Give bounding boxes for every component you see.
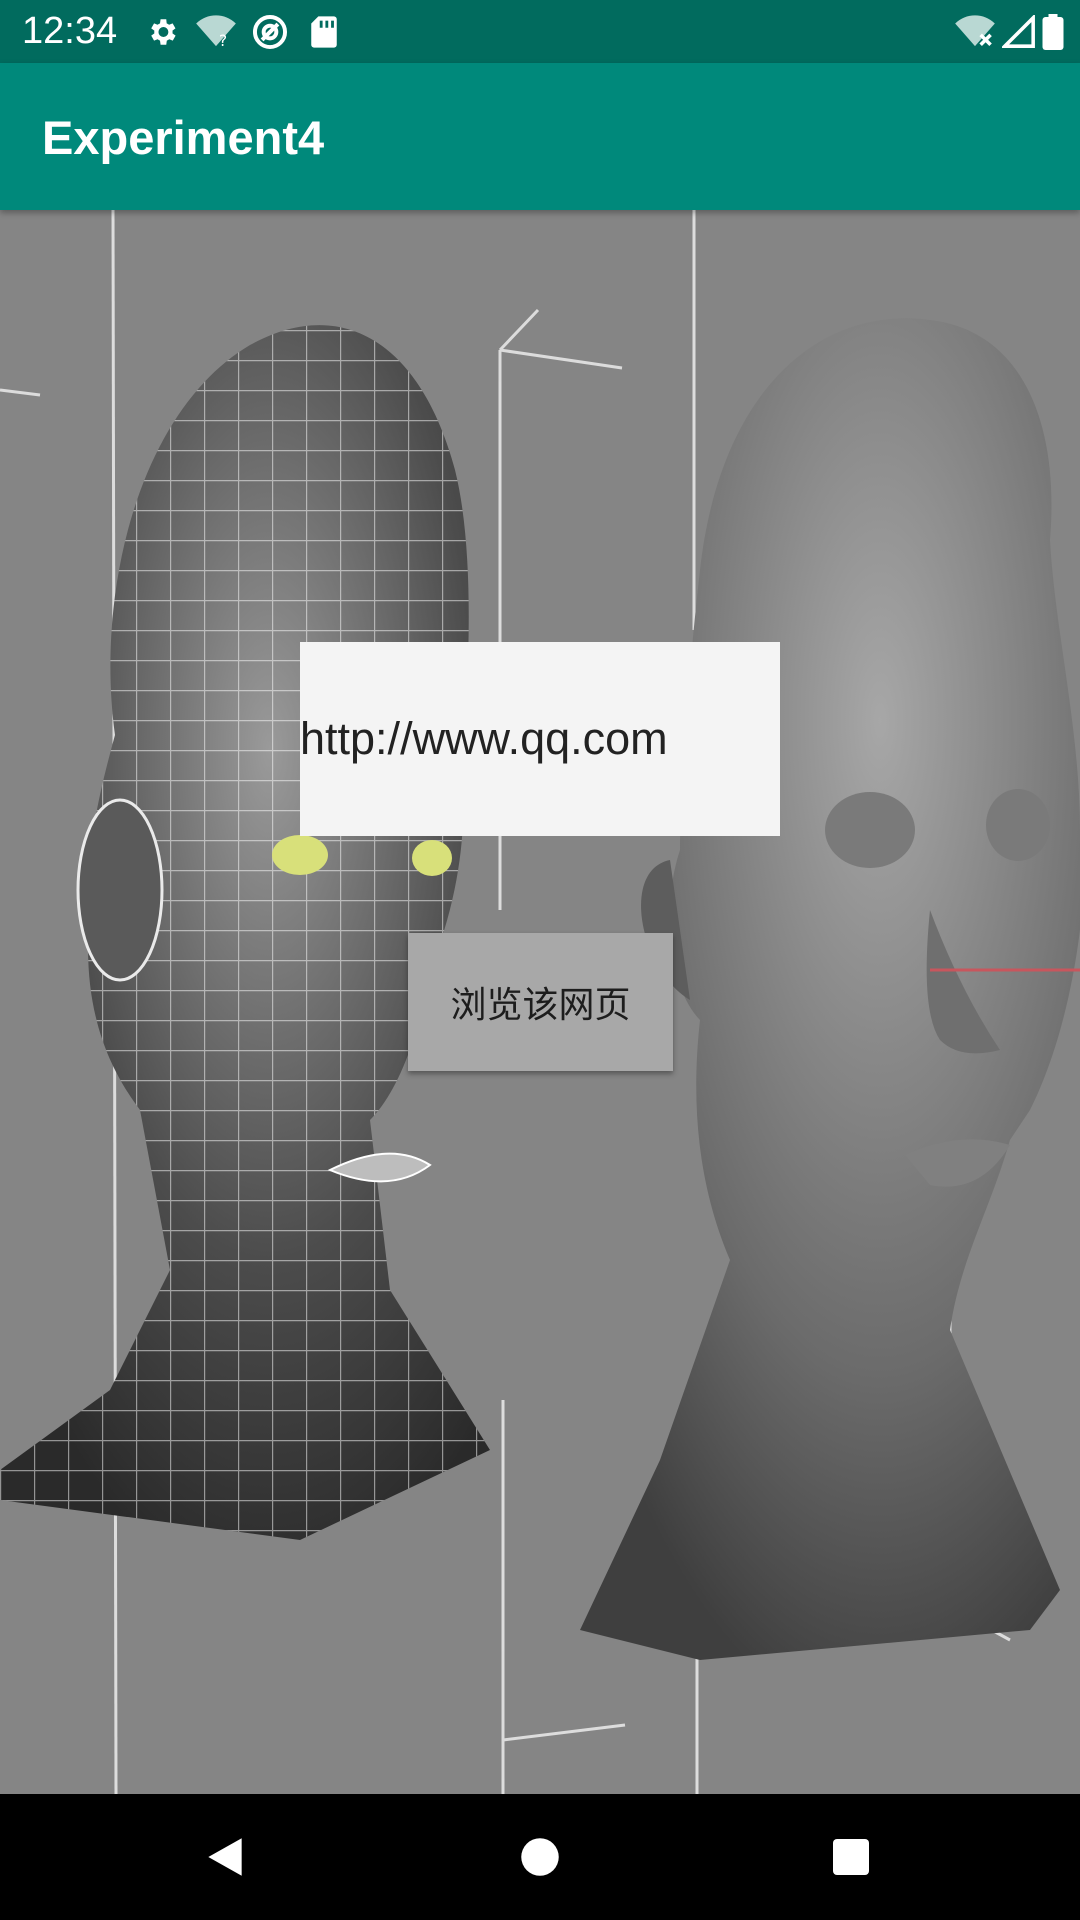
wifi-question-icon: ? [194, 12, 238, 52]
app-bar: Experiment4 [0, 63, 1080, 210]
recents-icon[interactable] [818, 1824, 884, 1890]
screen: 12:34 ? Experiment4 http://www.qq.com 浏览… [0, 0, 1080, 1920]
at-sign-icon [248, 12, 292, 52]
gear-icon [140, 12, 184, 52]
status-time: 12:34 [22, 10, 118, 52]
status-right-icons [948, 12, 1064, 52]
battery-icon [1042, 12, 1064, 52]
sd-card-icon [302, 12, 346, 52]
app-title: Experiment4 [42, 111, 325, 164]
back-icon[interactable] [192, 1824, 258, 1890]
status-bar: 12:34 ? [0, 0, 1080, 63]
svg-text:?: ? [219, 32, 227, 49]
browse-webpage-button[interactable]: 浏览该网页 [408, 933, 673, 1071]
cell-signal-icon [1002, 12, 1036, 52]
navigation-bar [0, 1794, 1080, 1920]
url-input-text: http://www.qq.com [300, 713, 668, 764]
home-icon[interactable] [507, 1824, 573, 1890]
wifi-off-icon [954, 12, 996, 52]
status-left-icons: ? [140, 12, 356, 52]
content-area: http://www.qq.com 浏览该网页 [0, 210, 1080, 1794]
url-input[interactable]: http://www.qq.com [300, 642, 780, 836]
